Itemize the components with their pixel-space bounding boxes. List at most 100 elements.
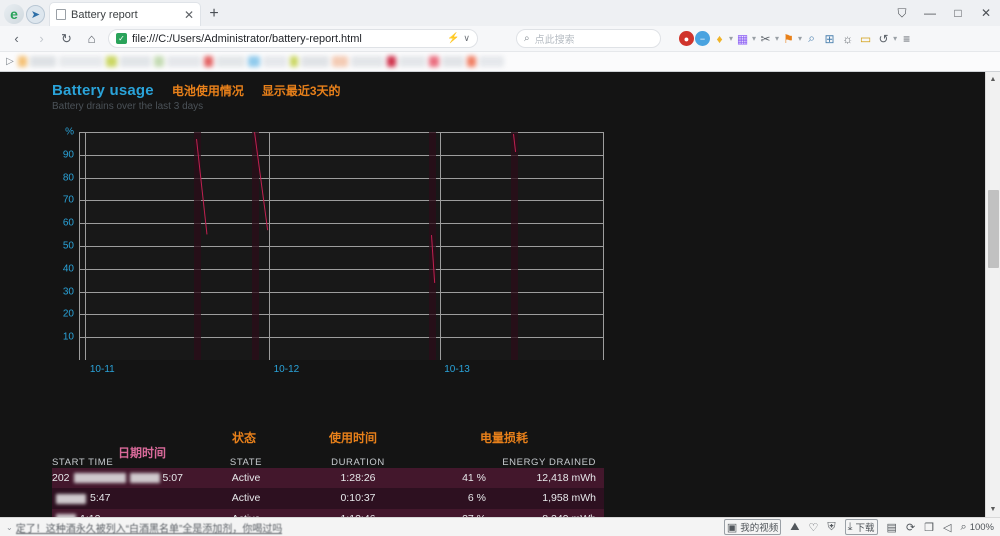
close-button[interactable]: ✕ <box>972 0 1000 26</box>
bookmark-item-7[interactable] <box>204 56 213 67</box>
bookmark-item-20[interactable] <box>479 56 504 67</box>
my-video-icon: ▣ <box>727 521 737 534</box>
bookmark-item-12[interactable] <box>301 56 329 67</box>
menu-icon[interactable]: ≡ <box>898 30 915 48</box>
my-video-button[interactable]: ▣我的视频 <box>724 519 781 535</box>
scissors-icon[interactable]: ✂ <box>757 30 774 48</box>
bookmarks-bar[interactable]: ▷ <box>0 52 1000 72</box>
bookmark-item-4[interactable] <box>120 56 151 67</box>
shield-dropdown-dot[interactable]: ▾ <box>729 34 733 43</box>
start-time-redacted <box>74 473 126 483</box>
minimize-button[interactable]: — <box>916 0 944 26</box>
search-box[interactable]: ⌕ 点此搜索 <box>516 29 661 48</box>
bookmark-item-3[interactable] <box>106 56 117 67</box>
news-ticker-link[interactable]: 定了！这种酒永久被列入“白酒黑名单”全是添加剂，你喝过吗 <box>16 520 283 535</box>
home-button[interactable]: ⌂ <box>79 27 104 51</box>
address-bar-url: file:///C:/Users/Administrator/battery-r… <box>132 33 362 45</box>
bookmark-item-13[interactable] <box>332 56 348 67</box>
minus-circle-icon[interactable]: − <box>695 31 710 46</box>
screenshot-button[interactable]: ⛉ <box>888 0 916 26</box>
image-button[interactable]: ⛰ <box>790 521 799 534</box>
scroll-down-arrow-icon[interactable]: ▼ <box>986 502 1000 517</box>
flag-dropdown-dot[interactable]: ▾ <box>798 34 802 43</box>
scissors-dropdown-dot[interactable]: ▾ <box>775 34 779 43</box>
zoom-level-value: 100% <box>970 522 994 533</box>
tab-close-icon[interactable]: ✕ <box>184 9 194 21</box>
ad-block-icon: ⛨ <box>827 521 835 534</box>
scroll-up-arrow-icon[interactable]: ▲ <box>986 72 1000 87</box>
compass-icon[interactable]: ➤ <box>26 5 45 24</box>
flag-icon[interactable]: ⚑ <box>780 30 797 48</box>
y-axis-tick-20: 20 <box>63 309 74 320</box>
bookmark-item-5[interactable] <box>154 56 164 67</box>
gridline-horizontal <box>79 200 603 201</box>
bookmark-item-1[interactable] <box>30 56 56 67</box>
sound-icon: ◁ <box>943 521 951 534</box>
cell-energy-drained: 1,958 mWh <box>496 492 604 504</box>
bookmarks-items-blurred[interactable] <box>18 56 504 67</box>
back-button[interactable]: ‹ <box>4 27 29 51</box>
image-icon: ⛰ <box>790 521 799 534</box>
chevron-down-icon[interactable]: ∨ <box>463 33 470 44</box>
bookmarks-expand-icon[interactable]: ▷ <box>2 56 18 67</box>
history-dropdown-dot[interactable]: ▾ <box>893 34 897 43</box>
table-row: 5:47Active0:10:376 %1,958 mWh <box>52 488 604 508</box>
heart-button[interactable]: ♡ <box>809 521 819 534</box>
refresh-mode-button[interactable]: ⟳ <box>906 521 915 534</box>
battery-icon[interactable]: ▭ <box>857 30 874 48</box>
brightness-icon[interactable]: ☼ <box>839 30 856 48</box>
bookmark-item-16[interactable] <box>399 56 426 67</box>
cell-state: Active <box>190 492 302 504</box>
scrollbar-thumb[interactable] <box>988 190 999 268</box>
cell-start-time: 5:47 <box>52 492 190 504</box>
calendar-icon[interactable]: ▦ <box>734 30 751 48</box>
window-controls: ⛉ — □ ✕ <box>888 0 1000 26</box>
bookmark-item-6[interactable] <box>167 56 201 67</box>
calendar-icon-group: ▦ ▾ <box>734 30 756 48</box>
y-axis-tick-70: 70 <box>63 195 74 206</box>
bookmark-item-2[interactable] <box>59 56 103 67</box>
address-bar[interactable]: ✓ file:///C:/Users/Administrator/battery… <box>108 29 478 48</box>
bookmark-item-8[interactable] <box>216 56 245 67</box>
ad-block-button[interactable]: ⛨ <box>827 521 835 534</box>
activity-band-3 <box>511 132 518 360</box>
grid-icon[interactable]: ⊞ <box>821 30 838 48</box>
new-tab-button[interactable]: + <box>201 2 227 26</box>
gridline-horizontal <box>79 292 603 293</box>
bookmark-item-9[interactable] <box>248 56 260 67</box>
bookmark-item-14[interactable] <box>351 56 384 67</box>
bookmark-item-19[interactable] <box>467 56 476 67</box>
cell-start-time: 2025:07 <box>52 472 190 484</box>
download-button[interactable]: ⤓下载 <box>845 519 878 535</box>
shield-icon[interactable]: ♦ <box>711 30 728 48</box>
maximize-button[interactable]: □ <box>944 0 972 26</box>
cell-percent: 41 % <box>414 472 496 484</box>
bookmark-item-0[interactable] <box>18 56 27 67</box>
bookmark-item-17[interactable] <box>429 56 439 67</box>
forward-button[interactable]: › <box>29 27 54 51</box>
zoom-icon: ⌕ <box>961 521 967 534</box>
gridline-vertical-2 <box>269 132 270 360</box>
turbo-icon[interactable]: ⚡ <box>447 33 459 44</box>
history-icon[interactable]: ↺ <box>875 30 892 48</box>
bookmark-item-15[interactable] <box>387 56 396 67</box>
refresh-mode-icon: ⟳ <box>906 521 915 534</box>
window-mode-button[interactable]: ❐ <box>924 521 934 534</box>
vertical-scrollbar[interactable]: ▲ ▼ <box>985 72 1000 517</box>
magnifier-icon[interactable]: ⌕ <box>803 30 820 48</box>
bookmark-item-10[interactable] <box>263 56 287 67</box>
calendar-dropdown-dot[interactable]: ▾ <box>752 34 756 43</box>
gridline-horizontal <box>79 337 603 338</box>
zoom-level[interactable]: ⌕100% <box>961 521 994 534</box>
annotation-state: 状态 <box>232 429 256 446</box>
sound-button[interactable]: ◁ <box>943 521 951 534</box>
cell-energy-drained: 8,249 mWh <box>496 513 604 517</box>
reload-button[interactable]: ↻ <box>54 27 79 51</box>
bookmark-item-11[interactable] <box>290 56 298 67</box>
bookmark-item-18[interactable] <box>442 56 464 67</box>
record-icon[interactable]: ● <box>679 31 694 46</box>
battery-report-page: Battery usage 电池使用情况 显示最近3天的 Battery dra… <box>0 72 985 517</box>
news-collapse-icon[interactable]: ⌄ <box>6 523 13 532</box>
mobile-view-button[interactable]: ▤ <box>887 521 897 534</box>
tab-battery-report[interactable]: Battery report ✕ <box>49 2 201 26</box>
